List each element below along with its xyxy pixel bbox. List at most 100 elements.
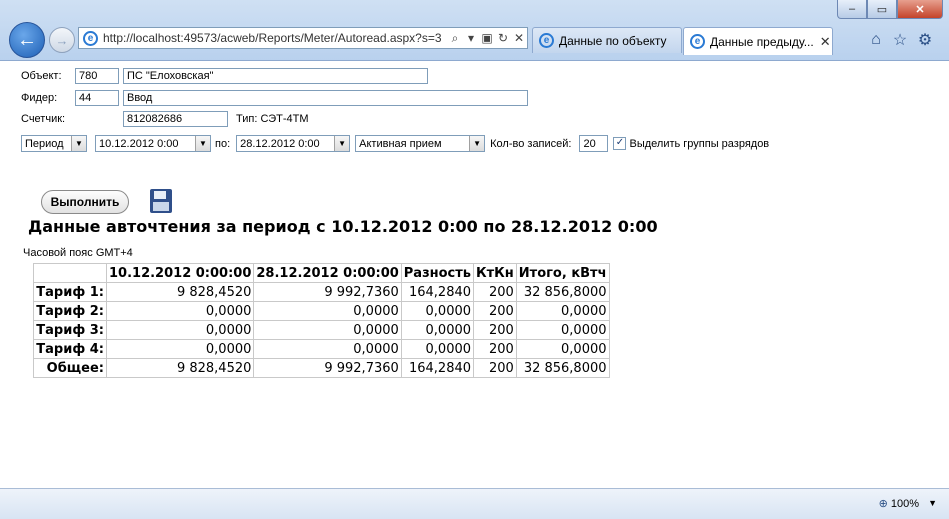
period-select[interactable]: Период ▼ — [21, 135, 87, 152]
table-cell: 0,0000 — [515, 301, 610, 321]
table-cell: 0,0000 — [253, 320, 402, 340]
table-cell: 0,0000 — [400, 320, 475, 340]
tab-previous-data[interactable]: e Данные предыду... ✕ — [683, 27, 833, 55]
table-cell: 0,0000 — [515, 320, 610, 340]
energy-type-select[interactable]: Активная прием ▼ — [355, 135, 486, 152]
minimize-button[interactable]: – — [837, 0, 867, 19]
ie-tab-icon: e — [690, 34, 705, 49]
back-button[interactable]: ← — [9, 22, 45, 58]
row-label: Тариф 4: — [33, 339, 107, 359]
table-cell: 0,0000 — [400, 301, 475, 321]
table-cell: 32 856,8000 — [515, 358, 610, 378]
browser-chrome: – ▭ ✕ ← → e http://localhost:49573/acweb… — [0, 0, 949, 61]
window-controls: – ▭ ✕ — [837, 0, 943, 19]
table-cell: 0,0000 — [253, 301, 402, 321]
close-window-button[interactable]: ✕ — [897, 0, 943, 19]
row-label: Тариф 2: — [33, 301, 107, 321]
table-row: Тариф 4: 0,0000 0,0000 0,0000 200 0,0000 — [33, 339, 610, 359]
ie-tab-icon: e — [539, 33, 554, 48]
report-title: Данные авточтения за период с 10.12.2012… — [28, 217, 658, 236]
stop-icon[interactable]: ✕ — [511, 31, 527, 45]
table-cell: 200 — [473, 301, 517, 321]
table-row: Тариф 1: 9 828,4520 9 992,7360 164,2840 … — [33, 282, 610, 302]
table-row: Тариф 3: 0,0000 0,0000 0,0000 200 0,0000 — [33, 320, 610, 340]
address-text[interactable]: http://localhost:49573/acweb/Reports/Met… — [103, 31, 447, 45]
table-row: Тариф 2: 0,0000 0,0000 0,0000 200 0,0000 — [33, 301, 610, 321]
period-row: Период ▼ 10.12.2012 0:00 ▼ по: 28.12.201… — [21, 135, 769, 152]
page-content: Объект: 780 ПС "Елоховская" Фидер: 44 Вв… — [0, 61, 949, 488]
date-to-select[interactable]: 28.12.2012 0:00 ▼ — [236, 135, 351, 152]
column-header: Итого, кВтч — [515, 263, 610, 283]
save-icon[interactable] — [150, 189, 172, 213]
refresh-icon[interactable]: ↻ — [495, 31, 511, 45]
save-icon-slot — [154, 191, 166, 199]
meter-type-label: Тип: СЭТ-4ТМ — [236, 113, 309, 125]
forward-button[interactable]: → — [49, 27, 75, 53]
status-bar: ⊕ 100% ▼ — [0, 488, 949, 519]
date-from-select[interactable]: 10.12.2012 0:00 ▼ — [95, 135, 211, 152]
chevron-down-icon: ▼ — [334, 136, 350, 151]
highlight-checkbox[interactable]: ✓ — [613, 137, 627, 150]
meter-row: Счетчик: 812082686 Тип: СЭТ-4ТМ — [21, 111, 309, 127]
column-header: КтКн — [473, 263, 517, 283]
column-header — [33, 263, 107, 283]
table-cell: 200 — [473, 358, 517, 378]
row-label: Тариф 1: — [33, 282, 107, 302]
date-from-value: 10.12.2012 0:00 — [99, 137, 179, 150]
home-icon[interactable]: ⌂ — [867, 31, 885, 49]
maximize-button[interactable]: ▭ — [867, 0, 897, 19]
count-label: Кол-во записей: — [490, 137, 572, 150]
column-header: 10.12.2012 0:00:00 — [105, 263, 255, 283]
zoom-level: 100% — [890, 497, 919, 510]
to-label: по: — [215, 137, 231, 150]
row-label: Тариф 3: — [33, 320, 107, 340]
close-tab-icon[interactable]: ✕ — [820, 34, 831, 50]
table-cell: 200 — [473, 320, 517, 340]
table-row: Общее: 9 828,4520 9 992,7360 164,2840 20… — [33, 358, 610, 378]
tab-label: Данные предыду... — [710, 34, 814, 49]
energy-type-value: Активная прием — [359, 137, 442, 150]
address-bar[interactable]: e http://localhost:49573/acweb/Reports/M… — [78, 27, 528, 49]
table-cell: 0,0000 — [400, 339, 475, 359]
feeder-id-field[interactable]: 44 — [75, 90, 119, 106]
timezone-label: Часовой пояс GMT+4 — [23, 247, 133, 259]
tab-object-data[interactable]: e Данные по объекту — [532, 27, 682, 53]
compat-view-icon[interactable]: ▣ — [479, 31, 495, 45]
count-field[interactable]: 20 — [579, 135, 609, 152]
feeder-label: Фидер: — [21, 92, 58, 104]
table-cell: 32 856,8000 — [515, 282, 610, 302]
object-row: Объект: 780 ПС "Елоховская" — [21, 68, 428, 84]
tab-label: Данные по объекту — [559, 33, 667, 48]
zoom-control[interactable]: ⊕ 100% — [878, 497, 919, 511]
zoom-icon: ⊕ — [878, 498, 888, 510]
table-cell: 0,0000 — [105, 339, 255, 359]
table-cell: 9 828,4520 — [105, 358, 255, 378]
table-cell: 164,2840 — [400, 358, 475, 378]
chevron-down-icon: ▼ — [71, 136, 86, 151]
run-button[interactable]: Выполнить — [41, 190, 129, 214]
date-to-value: 28.12.2012 0:00 — [240, 137, 320, 150]
zoom-dropdown-icon[interactable]: ▼ — [928, 498, 937, 508]
tools-gear-icon[interactable]: ⚙ — [916, 31, 934, 49]
ie-page-icon: e — [83, 30, 98, 46]
highlight-label: Выделить группы разрядов — [629, 137, 770, 150]
table-cell: 200 — [473, 339, 517, 359]
table-cell: 0,0000 — [105, 320, 255, 340]
dropdown-icon[interactable]: ▾ — [463, 31, 479, 45]
object-name-field[interactable]: ПС "Елоховская" — [123, 68, 428, 84]
search-icon[interactable]: ⌕ — [447, 31, 463, 46]
chevron-down-icon: ▼ — [195, 136, 210, 151]
readings-table: 10.12.2012 0:00:00 28.12.2012 0:00:00 Ра… — [33, 263, 610, 378]
meter-number-field[interactable]: 812082686 — [123, 111, 228, 127]
chevron-down-icon: ▼ — [469, 136, 485, 151]
feeder-name-field[interactable]: Ввод — [123, 90, 528, 106]
column-header: Разность — [400, 263, 475, 283]
table-cell: 0,0000 — [515, 339, 610, 359]
feeder-row: Фидер: 44 Ввод — [21, 90, 528, 106]
table-cell: 0,0000 — [253, 339, 402, 359]
table-header-row: 10.12.2012 0:00:00 28.12.2012 0:00:00 Ра… — [33, 263, 610, 283]
favorites-icon[interactable]: ☆ — [891, 31, 909, 49]
table-cell: 164,2840 — [400, 282, 475, 302]
meter-label: Счетчик: — [21, 113, 66, 125]
object-id-field[interactable]: 780 — [75, 68, 119, 84]
